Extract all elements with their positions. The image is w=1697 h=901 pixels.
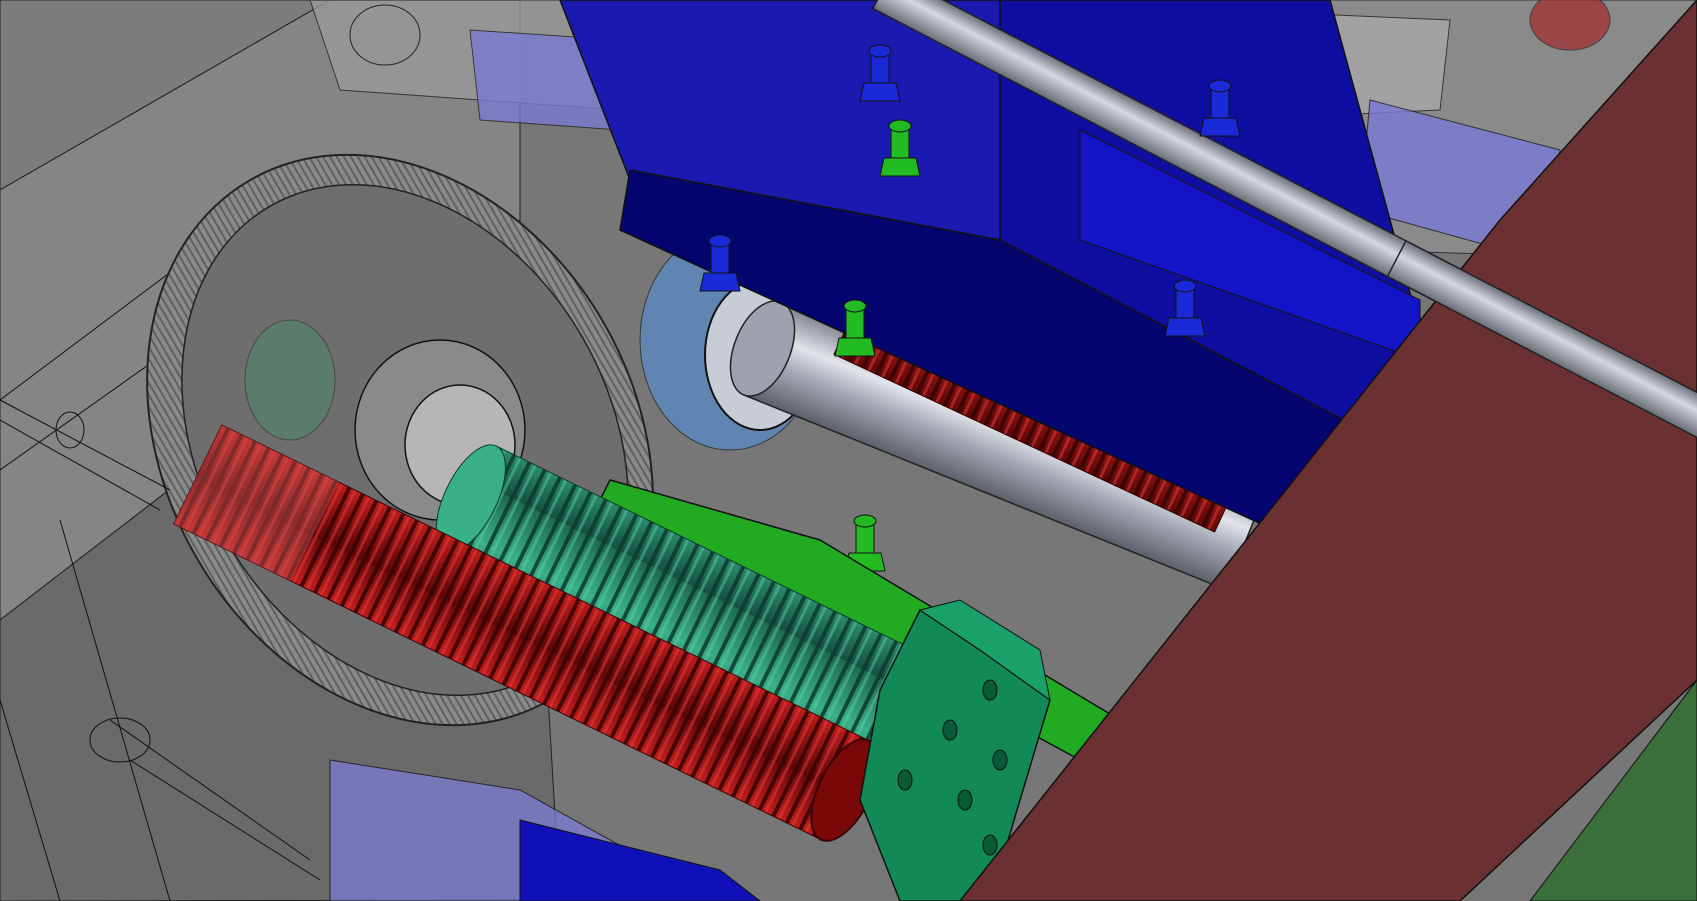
nipple-hex (699, 272, 741, 292)
bracket-bolt-hole (942, 719, 958, 741)
nipple-hex (879, 157, 921, 177)
bracket-bolt-hole (957, 789, 973, 811)
nipple-hex (834, 337, 876, 357)
nipple-cap (888, 119, 912, 133)
cad-viewport[interactable] (0, 0, 1697, 901)
nipple-cap (843, 299, 867, 313)
nipple-cap (1208, 79, 1232, 93)
bracket-bolt-hole (897, 769, 913, 791)
nipple-cap (853, 514, 877, 528)
nipple-cap (1173, 279, 1197, 293)
ghost-green-ring (244, 319, 336, 441)
bracket-bolt-hole (992, 749, 1008, 771)
nipple-hex (1164, 317, 1206, 337)
bracket-bolt-hole (982, 834, 998, 856)
bracket-bolt-hole (982, 679, 998, 701)
nipple-cap (868, 44, 892, 58)
cad-scene[interactable] (0, 0, 1697, 901)
nipple-cap (708, 234, 732, 248)
nipple-hex (1199, 117, 1241, 137)
nipple-hex (859, 82, 901, 102)
